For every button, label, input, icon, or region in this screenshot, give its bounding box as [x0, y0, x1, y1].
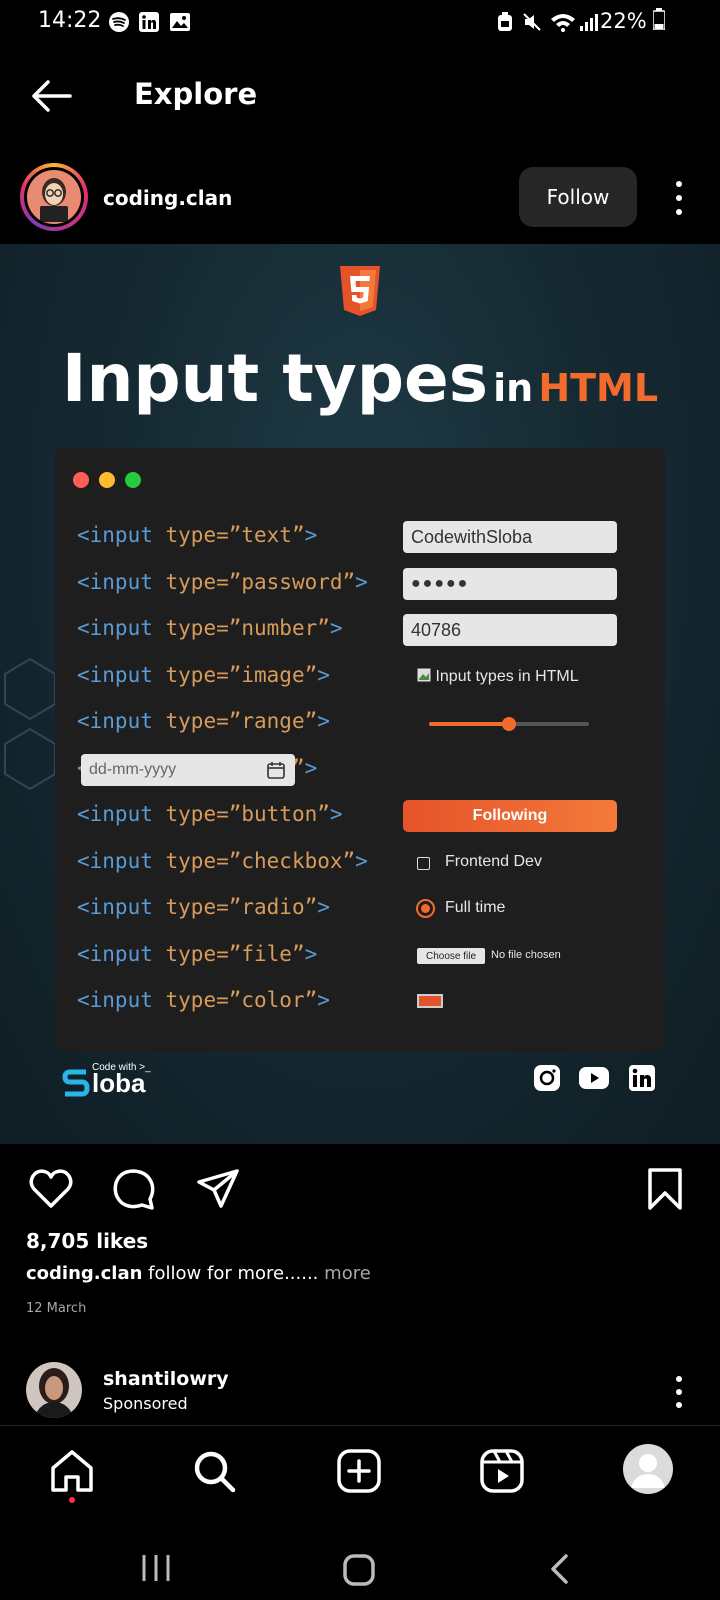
file-choose-button-demo: Choose file: [417, 948, 485, 964]
checkbox-label: Frontend Dev: [445, 853, 542, 870]
spotify-icon: [109, 12, 129, 32]
recent-apps-icon[interactable]: [140, 1553, 172, 1583]
text-input-demo: CodewithSloba: [403, 521, 617, 553]
sponsored-label: Sponsored: [103, 1394, 188, 1413]
home-notification-dot: [69, 1497, 75, 1503]
reels-icon[interactable]: [479, 1448, 525, 1494]
image-input-demo: Input types in HTML: [417, 668, 579, 686]
code-line-file: <input type=”file”>: [77, 942, 318, 966]
post-author-username[interactable]: coding.clan: [103, 186, 232, 210]
next-post-options-icon[interactable]: [672, 1374, 686, 1410]
instagram-icon: [534, 1065, 560, 1091]
profile-avatar[interactable]: [623, 1444, 673, 1494]
likes-count[interactable]: 8,705 likes: [26, 1229, 148, 1253]
date-input-demo: dd-mm-yyyy: [81, 754, 295, 786]
share-send-icon[interactable]: [195, 1166, 241, 1212]
data-saver-icon: [498, 12, 512, 31]
home-icon[interactable]: [49, 1448, 95, 1494]
linkedin-social-icon: [629, 1065, 655, 1091]
post-author-avatar[interactable]: [20, 163, 88, 231]
code-line-image: <input type=”image”>: [77, 663, 330, 687]
default-avatar-icon: [631, 1454, 665, 1488]
next-post-avatar[interactable]: [26, 1362, 82, 1418]
post-image-title: Input types in HTML: [61, 340, 659, 417]
password-input-demo: ●●●●●: [403, 568, 617, 600]
file-status-text: No file chosen: [491, 949, 561, 961]
html5-logo-icon: [340, 266, 380, 316]
hexagon-decoration: [4, 657, 56, 791]
search-icon[interactable]: [191, 1448, 237, 1494]
wifi-icon: [551, 14, 575, 32]
system-nav-bar: [0, 1525, 720, 1600]
page-title: Explore: [134, 77, 258, 111]
create-post-icon[interactable]: [336, 1448, 382, 1494]
code-line-radio: <input type=”radio”>: [77, 895, 330, 919]
battery-percent: 22%: [600, 8, 666, 33]
bookmark-icon[interactable]: [645, 1166, 685, 1212]
checkbox-demo: [417, 857, 430, 870]
status-time: 14:22: [38, 8, 102, 33]
caption-text: follow for more......: [148, 1263, 319, 1284]
code-line-color: <input type=”color”>: [77, 988, 330, 1012]
code-line-text: <input type=”text”>: [77, 523, 318, 547]
number-input-demo: 40786: [403, 614, 617, 646]
broken-image-icon: [417, 668, 431, 682]
caption-username: coding.clan: [26, 1263, 143, 1284]
code-line-password: <input type=”password”>: [77, 570, 368, 594]
linkedin-icon: [139, 12, 159, 32]
post-image[interactable]: Input types in HTML <input type=”text”> <…: [0, 244, 720, 1144]
follow-button[interactable]: Follow: [519, 167, 637, 227]
caption-more-link[interactable]: more: [324, 1263, 371, 1284]
mute-icon: [523, 13, 541, 31]
system-back-icon[interactable]: [548, 1553, 570, 1585]
status-bar: 14:22 22%: [0, 0, 720, 44]
range-slider-demo: [429, 717, 589, 731]
gallery-icon: [170, 13, 190, 31]
radio-demo: [416, 899, 435, 918]
next-post-username[interactable]: shantilowry: [103, 1368, 229, 1390]
window-close-dot: [73, 472, 89, 488]
window-minimize-dot: [99, 472, 115, 488]
codewithsloba-logo: Code with >_ loba: [62, 1058, 172, 1100]
back-arrow-icon[interactable]: [28, 78, 74, 114]
bottom-nav: [0, 1425, 720, 1525]
post-caption: coding.clan follow for more...... more: [26, 1263, 371, 1284]
code-window: <input type=”text”> <input type=”password…: [55, 448, 665, 1052]
radio-label: Full time: [445, 899, 506, 916]
code-line-range: <input type=”range”>: [77, 709, 330, 733]
code-line-button: <input type=”button”>: [77, 802, 343, 826]
battery-icon: [653, 8, 666, 30]
youtube-icon: [579, 1067, 609, 1089]
post-date: 12 March: [26, 1301, 87, 1316]
like-heart-icon[interactable]: [28, 1166, 74, 1212]
button-input-demo: Following: [403, 800, 617, 832]
home-button-icon[interactable]: [342, 1553, 376, 1587]
brand-s-icon: [62, 1069, 90, 1097]
code-line-checkbox: <input type=”checkbox”>: [77, 849, 368, 873]
calendar-icon: [267, 762, 285, 779]
code-line-number: <input type=”number”>: [77, 616, 343, 640]
comment-icon[interactable]: [111, 1166, 157, 1212]
more-options-icon[interactable]: [672, 178, 686, 218]
color-swatch-demo: [417, 994, 443, 1008]
signal-icon: [580, 14, 598, 31]
window-maximize-dot: [125, 472, 141, 488]
